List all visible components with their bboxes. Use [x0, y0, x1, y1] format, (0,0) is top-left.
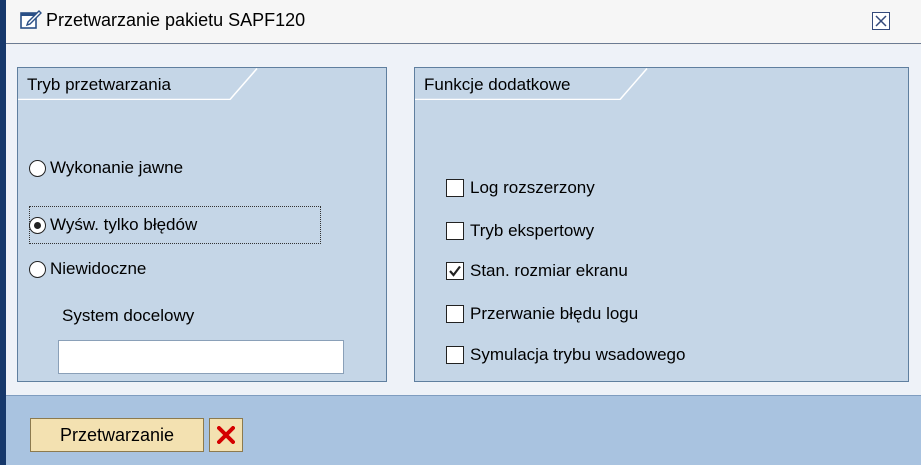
- checkbox[interactable]: [446, 305, 464, 323]
- processing-mode-group: Tryb przetwarzania Wykonanie jawne Wyśw.…: [17, 67, 387, 382]
- dialog-window: Przetwarzanie pakietu SAPF120 Tryb przet…: [0, 0, 921, 465]
- checkbox-extended-log[interactable]: Log rozszerzony: [446, 175, 595, 201]
- processing-mode-title: Tryb przetwarzania: [27, 75, 171, 94]
- title-bar: Przetwarzanie pakietu SAPF120: [6, 0, 921, 44]
- checkbox-log-error-abort[interactable]: Przerwanie błędu logu: [446, 301, 638, 327]
- checkbox[interactable]: [446, 179, 464, 197]
- radio-button-selected[interactable]: [29, 216, 46, 234]
- radio-explicit-execution[interactable]: Wykonanie jawne: [29, 154, 183, 182]
- radio-label: Wyśw. tylko błędów: [50, 215, 198, 234]
- cancel-button[interactable]: [209, 418, 243, 452]
- target-system-label: System docelowy: [62, 306, 195, 325]
- additional-functions-group: Funkcje dodatkowe Log rozszerzony Tryb e…: [414, 67, 909, 382]
- checkbox-batch-simulation[interactable]: Symulacja trybu wsadowego: [446, 342, 685, 368]
- target-system-input[interactable]: [58, 340, 344, 374]
- cancel-x-icon: [217, 426, 235, 444]
- radio-label: Niewidoczne: [50, 259, 147, 278]
- checkbox-label: Przerwanie błędu logu: [470, 304, 639, 323]
- checkmark-icon: [449, 265, 461, 277]
- checkbox-standard-screen-size[interactable]: Stan. rozmiar ekranu: [446, 258, 628, 284]
- radio-button[interactable]: [29, 159, 46, 177]
- window-title: Przetwarzanie pakietu SAPF120: [46, 10, 306, 30]
- process-button[interactable]: Przetwarzanie: [30, 418, 204, 452]
- close-icon: [875, 15, 887, 27]
- additional-functions-title: Funkcje dodatkowe: [424, 75, 571, 94]
- radio-invisible[interactable]: Niewidoczne: [29, 255, 146, 283]
- checkbox-label: Stan. rozmiar ekranu: [470, 261, 628, 280]
- edit-window-icon: [20, 10, 42, 30]
- checkbox-label: Symulacja trybu wsadowego: [470, 345, 686, 364]
- checkbox-checked[interactable]: [446, 262, 464, 280]
- checkbox-label: Log rozszerzony: [470, 178, 595, 197]
- button-bar: Przetwarzanie: [6, 395, 921, 465]
- checkbox[interactable]: [446, 346, 464, 364]
- checkbox-expert-mode[interactable]: Tryb ekspertowy: [446, 218, 594, 244]
- checkbox-label: Tryb ekspertowy: [470, 221, 595, 240]
- radio-errors-only[interactable]: Wyśw. tylko błędów: [29, 211, 197, 239]
- close-button[interactable]: [872, 12, 890, 30]
- checkbox[interactable]: [446, 222, 464, 240]
- radio-button[interactable]: [29, 260, 46, 278]
- radio-label: Wykonanie jawne: [50, 158, 184, 177]
- dialog-content: Tryb przetwarzania Wykonanie jawne Wyśw.…: [6, 45, 921, 395]
